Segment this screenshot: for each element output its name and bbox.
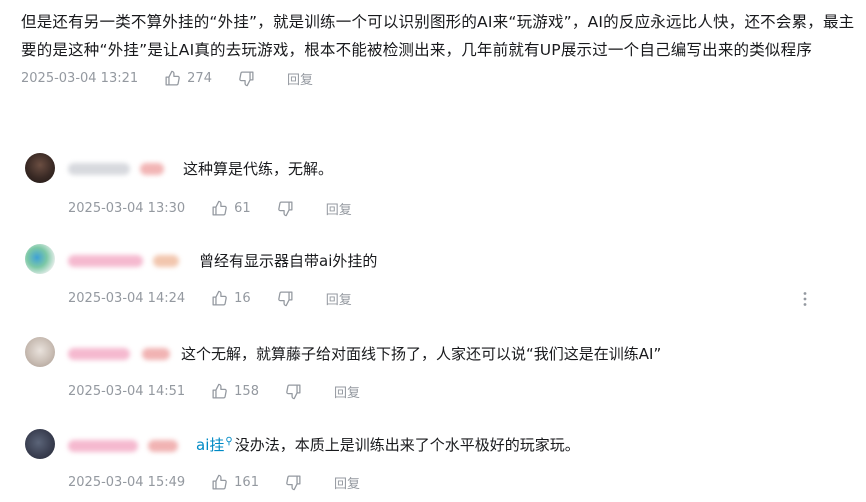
reply-button[interactable]: 回复 [326,289,352,308]
avatar[interactable] [25,337,55,367]
like-button[interactable]: 61 [211,200,251,217]
thumbs-up-icon [212,383,227,399]
dislike-button[interactable] [285,474,308,491]
like-button[interactable]: 158 [211,383,259,400]
dislike-button[interactable] [238,70,261,87]
comment-time: 2025-03-04 13:30 [68,200,186,216]
like-button[interactable]: 16 [211,290,251,307]
comment-time: 2025-03-04 13:21 [21,70,139,86]
avatar[interactable] [25,244,55,274]
reply-text: 没办法，本质上是训练出来了个水平极好的玩家玩。 [234,436,580,454]
reply-button[interactable]: 回复 [334,382,360,401]
reply-button[interactable]: 回复 [326,199,352,218]
like-count: 61 [234,200,251,216]
reply-text-line: ai挂⚲ 没办法，本质上是训练出来了个水平极好的玩家玩。 [196,434,580,455]
like-count: 274 [187,70,212,86]
main-comment-meta: 2025-03-04 13:21 274 回复 [21,67,861,89]
username-blurred[interactable] [68,438,178,454]
username-blurred[interactable] [68,346,170,362]
like-button[interactable]: 161 [211,474,259,491]
dislike-button[interactable] [277,290,300,307]
thumbs-up-icon [212,290,227,306]
like-button[interactable]: 274 [164,70,212,87]
reply-text: 这个无解，就算藤子给对面线下扬了，人家还可以说“我们这是在训练AI” [181,345,662,363]
search-link[interactable]: ai挂 [196,436,224,454]
main-comment: 但是还有另一类不算外挂的“外挂”，就是训练一个可以识别图形的AI来“玩游戏”，A… [21,8,861,89]
like-count: 16 [234,290,251,306]
thumbs-down-icon [286,474,301,490]
reply-text: 曾经有显示器自带ai外挂的 [199,252,378,270]
thumbs-up-icon [212,200,227,216]
comment-time: 2025-03-04 15:49 [68,474,186,490]
reply-meta: 2025-03-04 13:30 61 回复 [68,197,378,219]
username-blurred[interactable] [68,161,164,177]
dislike-button[interactable] [277,200,300,217]
thumbs-up-icon [212,474,227,490]
reply-text: 这种算是代练，无解。 [183,160,334,178]
reply-meta: 2025-03-04 15:49 161 回复 [68,471,386,493]
reply-button[interactable]: 回复 [287,69,313,88]
thumbs-down-icon [286,383,301,399]
thumbs-down-icon [277,290,293,306]
like-count: 158 [234,383,259,399]
reply-meta: 2025-03-04 14:24 16 回复 [68,287,378,309]
like-count: 161 [234,474,259,490]
comment-time: 2025-03-04 14:51 [68,383,186,399]
reply-button[interactable]: 回复 [334,473,360,492]
thumbs-down-icon [239,70,254,86]
thumbs-down-icon [277,200,293,216]
dislike-button[interactable] [285,383,308,400]
avatar[interactable] [25,429,55,459]
avatar[interactable] [25,153,55,183]
main-comment-text: 但是还有另一类不算外挂的“外挂”，就是训练一个可以识别图形的AI来“玩游戏”，A… [21,13,855,59]
thumbs-up-icon [165,70,180,86]
more-vertical-icon[interactable] [802,291,808,307]
reply-meta: 2025-03-04 14:51 158 回复 [68,380,386,402]
username-blurred[interactable] [68,253,179,269]
comment-time: 2025-03-04 14:24 [68,290,186,306]
search-icon[interactable]: ⚲ [225,436,232,447]
